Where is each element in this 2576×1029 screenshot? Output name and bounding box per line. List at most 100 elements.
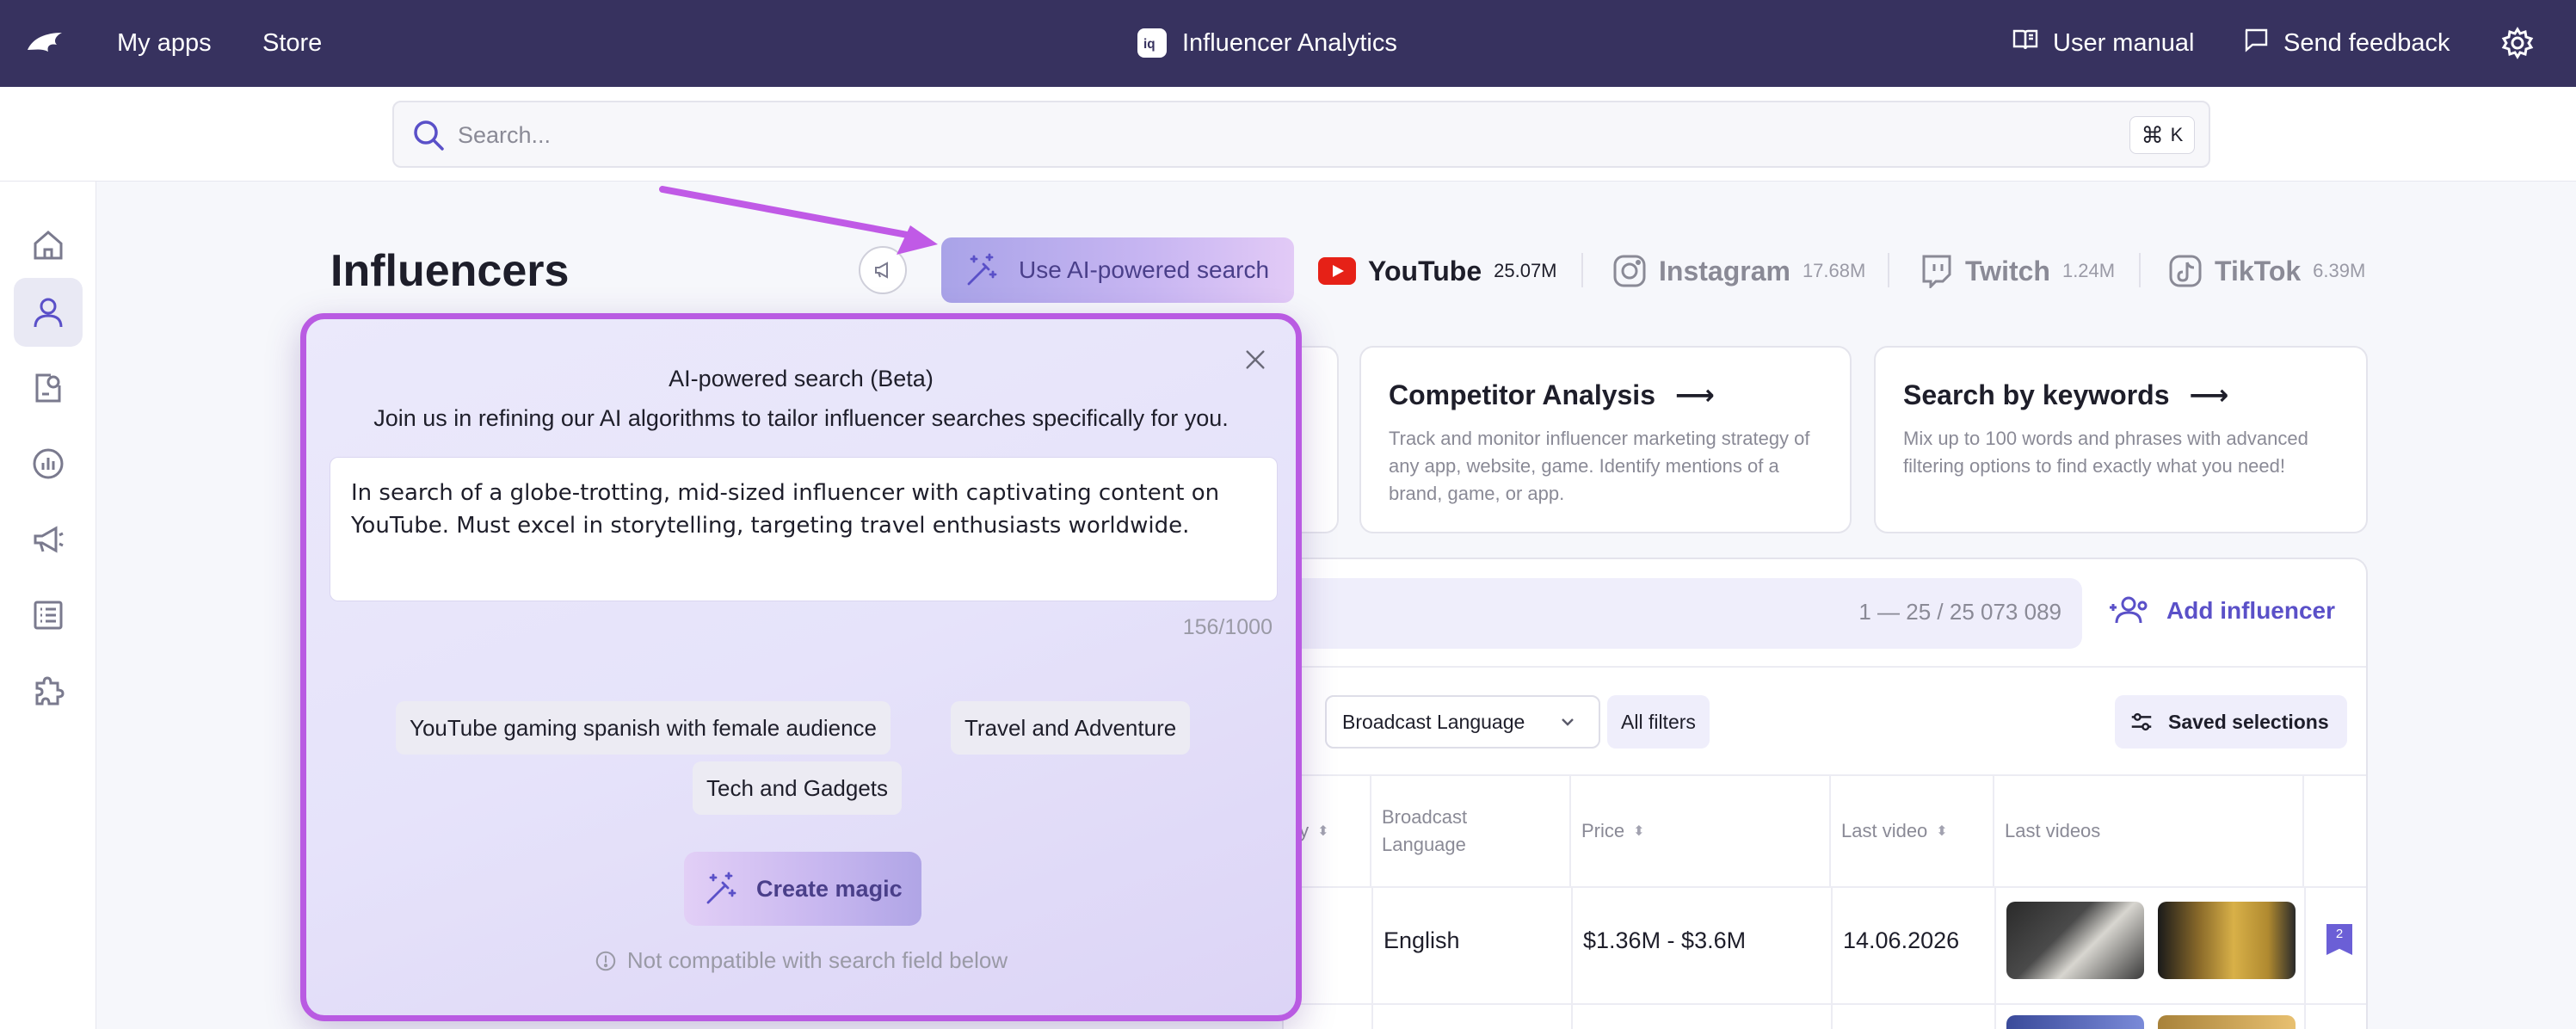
tab-instagram-count: 17.68M [1802,260,1866,281]
all-filters-button[interactable]: All filters [1607,695,1710,749]
store-link[interactable]: Store [262,26,322,60]
sort-icon: ⬍ [1633,824,1645,839]
influencer-table-panel: 1 — 25 / 25 073 089 Add influencer Broad… [1282,558,2368,1029]
magic-wand-icon [967,253,997,286]
card-title: Search by keywords ⟶ [1903,379,2228,411]
sidebar-item-reports[interactable] [14,354,83,422]
tab-tiktok[interactable]: TikTok 6.39M [2168,250,2365,293]
tab-twitch-label: Twitch [1965,255,2050,287]
cell-divider [1571,886,1573,1029]
suggestion-chip-tech[interactable]: Tech and Gadgets [693,761,903,815]
add-influencer-label: Add influencer [2166,597,2336,624]
book-icon [2012,26,2039,60]
send-feedback-link[interactable]: Send feedback [2242,24,2450,62]
sort-icon: ⬍ [1317,824,1329,839]
page-title: Influencers [330,246,570,296]
send-feedback-label: Send feedback [2283,28,2450,57]
sidebar-item-integrations[interactable] [14,656,83,725]
magic-wand-icon [706,872,736,904]
video-thumbnail[interactable] [2158,1015,2296,1029]
tiktok-icon [2169,255,2202,287]
tab-twitch-count: 1.24M [2061,260,2116,281]
search-by-keywords-title: Search by keywords [1903,379,2170,410]
svg-text:iq: iq [1143,37,1156,52]
command-key-symbol: ⌘ [2141,121,2164,148]
competitor-analysis-description: Track and monitor influencer marketing s… [1389,428,1810,504]
ai-popup-subtitle: Join us in refining our AI algorithms to… [373,405,1229,431]
youtube-icon [1318,257,1356,285]
cell-broadcast-language: English [1384,927,1460,953]
tab-twitch[interactable]: Twitch 1.24M [1919,250,2115,293]
global-search-box[interactable]: ⌘ K [392,101,2210,168]
annotation-arrow [659,186,938,255]
ai-search-popup: AI-powered search (Beta) Join us in refi… [300,313,1302,1021]
left-sidebar [0,182,96,1029]
row-divider [1284,1003,2366,1005]
suggestion-chip-youtube-gaming[interactable]: YouTube gaming spanish with female audie… [396,701,891,755]
app-title-text: Influencer Analytics [1182,28,1397,57]
row-divider [1284,886,2366,888]
arrow-right-icon: ⟶ [1674,379,1715,410]
broadcast-language-filter[interactable]: Broadcast Language [1325,695,1600,749]
column-header-last-videos: Last videos [1994,776,2304,886]
feature-card-search-by-keywords[interactable]: Search by keywords ⟶ Mix up to 100 words… [1874,346,2368,533]
tab-youtube-count: 25.07M [1494,260,1557,281]
megaphone-icon [34,526,64,553]
global-search-input[interactable] [458,114,2092,156]
tab-youtube[interactable]: YouTube 25.07M [1318,250,1557,293]
my-apps-link[interactable]: My apps [117,26,212,60]
ai-prompt-box[interactable]: In search of a globe-trotting, mid-sized… [330,457,1278,601]
sliders-icon [2131,712,2152,731]
tab-divider [2139,253,2141,287]
cell-last-video: 14.06.2026 [1843,927,1960,953]
home-icon [34,231,63,260]
cell-divider [1994,886,1996,1029]
column-header-broadcast-language[interactable]: Broadcast Language [1371,776,1571,886]
shortcut-key-letter: K [2170,124,2184,145]
competitor-analysis-title: Competitor Analysis [1389,379,1655,410]
tab-instagram-label: Instagram [1659,255,1790,287]
search-by-keywords-description: Mix up to 100 words and phrases with adv… [1903,428,2308,477]
arrow-right-icon: ⟶ [2189,379,2229,410]
sidebar-item-home[interactable] [14,211,83,280]
ai-prompt-input[interactable]: In search of a globe-trotting, mid-sized… [351,477,1258,583]
column-header-last-video[interactable]: Last video ⬍ [1831,776,1994,886]
column-header-price[interactable]: Price ⬍ [1571,776,1831,886]
ai-powered-search-button[interactable]: Use AI-powered search [941,237,1294,303]
video-thumbnail[interactable] [2006,902,2144,979]
user-manual-link[interactable]: User manual [2012,24,2194,62]
user-manual-label: User manual [2053,28,2195,57]
sidebar-item-campaigns[interactable] [14,505,83,574]
cell-divider [1371,886,1373,1029]
cell-divider [2304,886,2306,1029]
tab-tiktok-count: 6.39M [2313,260,2366,281]
saved-selections-button[interactable]: Saved selections [2115,695,2347,749]
report-icon [35,373,61,403]
add-influencer-button[interactable]: Add influencer [2110,594,2335,628]
compatibility-note: Not compatible with search field below [306,947,1296,974]
create-magic-button[interactable]: Create magic [684,852,921,926]
broadcast-language-filter-label: Broadcast Language [1342,710,1525,733]
twitch-icon [1922,255,1951,288]
feature-card-competitor-analysis[interactable]: Competitor Analysis ⟶ Track and monitor … [1359,346,1852,533]
analytics-icon [33,448,64,479]
gear-icon[interactable] [2500,26,2535,60]
tab-instagram[interactable]: Instagram 17.68M [1612,250,1865,293]
sidebar-item-lists[interactable] [14,581,83,650]
cell-divider [1831,886,1833,1029]
filters-row: Broadcast Language All filters Saved sel… [1284,666,2366,776]
sidebar-item-analytics[interactable] [14,429,83,498]
card-title: Competitor Analysis ⟶ [1389,379,1715,411]
top-navigation-bar: My apps Store iq Influencer Analytics Us… [0,0,2576,87]
video-thumbnail[interactable] [2006,1015,2144,1029]
tab-divider [1888,253,1889,287]
suggestion-chip-travel[interactable]: Travel and Adventure [951,701,1191,755]
video-thumbnail[interactable] [2158,902,2296,979]
brand-logo-icon[interactable] [24,26,67,60]
sidebar-item-influencers[interactable] [14,278,83,347]
tab-tiktok-label: TikTok [2215,255,2302,287]
bookmark-badge[interactable]: 2 [2326,924,2352,955]
ai-powered-search-label: Use AI-powered search [1019,256,1270,283]
cell-price: $1.36M - $3.6M [1583,927,1747,953]
search-icon [411,118,446,152]
